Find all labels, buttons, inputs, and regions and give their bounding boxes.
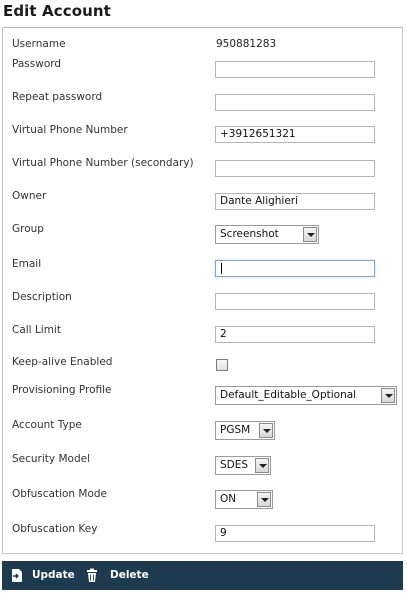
update-button[interactable]: Update: [10, 561, 76, 590]
account-type-select[interactable]: PGSM: [215, 421, 275, 440]
group-select[interactable]: Screenshot: [215, 225, 319, 244]
description-label: Description: [12, 291, 72, 303]
call-limit-label: Call Limit: [12, 324, 61, 336]
repeat-password-field[interactable]: [215, 94, 375, 111]
account-type-value: PGSM: [220, 424, 251, 436]
description-field[interactable]: [215, 293, 375, 310]
security-model-label: Security Model: [12, 453, 90, 465]
password-label: Password: [12, 58, 62, 70]
virtual-phone-secondary-field[interactable]: [215, 160, 375, 177]
account-type-label: Account Type: [12, 419, 82, 431]
provisioning-profile-select[interactable]: Default_Editable_Optional: [215, 386, 397, 405]
username-value: 950881283: [216, 38, 277, 50]
action-bar: Update Delete: [2, 561, 403, 590]
text-cursor: [221, 262, 222, 274]
update-label: Update: [32, 569, 75, 581]
username-label: Username: [12, 38, 66, 50]
edit-account-form: Username 950881283 Password Repeat passw…: [2, 27, 403, 554]
security-model-value: SDES: [220, 459, 249, 471]
group-label: Group: [12, 223, 44, 235]
virtual-phone-label: Virtual Phone Number: [12, 124, 128, 136]
owner-field[interactable]: Dante Alighieri: [215, 193, 375, 210]
security-model-select[interactable]: SDES: [215, 456, 271, 475]
delete-label: Delete: [110, 569, 149, 581]
email-field[interactable]: [215, 260, 375, 277]
owner-label: Owner: [12, 190, 47, 202]
save-update-icon: [12, 569, 22, 582]
obfuscation-mode-label: Obfuscation Mode: [12, 488, 108, 500]
trash-icon: [87, 568, 97, 582]
chevron-down-icon: [303, 227, 317, 242]
virtual-phone-secondary-label: Virtual Phone Number (secondary): [12, 157, 194, 169]
chevron-down-icon: [255, 458, 269, 473]
call-limit-field[interactable]: 2: [215, 326, 375, 343]
chevron-down-icon: [259, 423, 273, 438]
keepalive-label: Keep-alive Enabled: [12, 356, 113, 368]
group-select-value: Screenshot: [220, 228, 279, 240]
provisioning-profile-value: Default_Editable_Optional: [220, 389, 357, 401]
obfuscation-key-label: Obfuscation Key: [12, 523, 98, 535]
keepalive-checkbox[interactable]: [216, 359, 228, 371]
obfuscation-mode-value: ON: [220, 493, 237, 505]
chevron-down-icon: [257, 492, 271, 507]
password-field[interactable]: [215, 61, 375, 78]
email-label: Email: [12, 258, 42, 270]
obfuscation-mode-select[interactable]: ON: [215, 490, 273, 509]
obfuscation-key-field[interactable]: 9: [215, 525, 375, 542]
chevron-down-icon: [381, 388, 395, 403]
virtual-phone-field[interactable]: +3912651321: [215, 126, 375, 143]
page-title: Edit Account: [3, 2, 111, 20]
delete-button[interactable]: Delete: [86, 561, 152, 590]
repeat-password-label: Repeat password: [12, 91, 103, 103]
provisioning-profile-label: Provisioning Profile: [12, 384, 112, 396]
